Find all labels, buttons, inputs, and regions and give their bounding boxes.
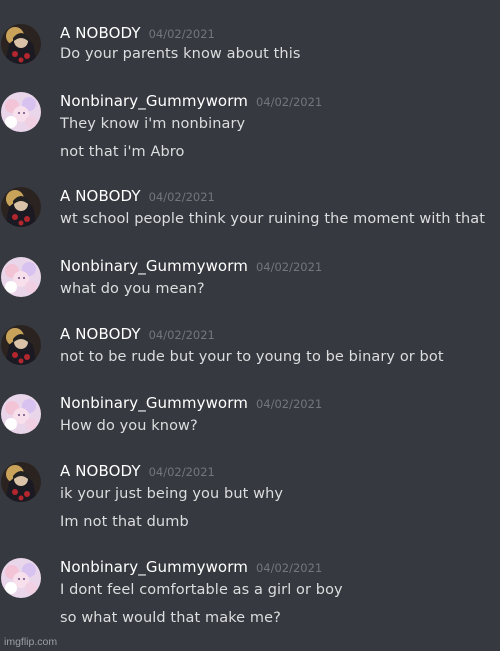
chat-log: A NOBODY 04/02/2021 Do your parents know… [0,0,500,651]
message-text: How do you know? [60,418,198,434]
message-text: not that i'm Abro [60,144,185,160]
message-text: I dont feel comfortable as a girl or boy [60,582,343,598]
dark-cloak-avatar-icon [1,24,41,64]
dark-cloak-avatar-icon [1,462,41,502]
message-text: Do your parents know about this [60,46,301,62]
timestamp: 04/02/2021 [148,328,215,342]
message-text: so what would that make me? [60,610,281,626]
username[interactable]: Nonbinary_Gummyworm [60,394,248,412]
pastel-group-avatar-icon [1,92,41,132]
pastel-group-avatar-icon [1,394,41,434]
message-header: Nonbinary_Gummyworm 04/02/2021 [60,558,322,578]
username[interactable]: A NOBODY [60,325,141,343]
imgflip-watermark: imgflip.com [4,636,58,648]
message-header: Nonbinary_Gummyworm 04/02/2021 [60,92,322,112]
pastel-group-avatar-icon [1,558,41,598]
timestamp: 04/02/2021 [255,561,323,575]
dark-cloak-avatar-icon [1,325,41,365]
message-header: A NOBODY 04/02/2021 [60,187,215,207]
message-text: They know i'm nonbinary [60,116,246,132]
message-header: A NOBODY 04/02/2021 [60,462,215,482]
username[interactable]: Nonbinary_Gummyworm [60,92,248,110]
username[interactable]: A NOBODY [60,462,141,480]
message-text: ik your just being you but why [60,486,284,502]
message-header: A NOBODY 04/02/2021 [60,24,215,44]
timestamp: 04/02/2021 [255,397,323,411]
timestamp: 04/02/2021 [255,95,323,109]
username[interactable]: Nonbinary_Gummyworm [60,558,248,576]
timestamp: 04/02/2021 [148,190,215,204]
message-text: not to be rude but your to young to be b… [60,349,444,365]
message-text: what do you mean? [60,281,205,297]
message-header: Nonbinary_Gummyworm 04/02/2021 [60,394,322,414]
avatar[interactable] [1,92,41,132]
message-text: wt school people think your ruining the … [60,211,486,227]
username[interactable]: A NOBODY [60,187,141,205]
avatar[interactable] [1,325,41,365]
message-header: Nonbinary_Gummyworm 04/02/2021 [60,257,322,277]
username[interactable]: A NOBODY [60,24,141,42]
timestamp: 04/02/2021 [148,27,215,41]
avatar[interactable] [1,24,41,64]
message-header: A NOBODY 04/02/2021 [60,325,215,345]
timestamp: 04/02/2021 [255,260,323,274]
avatar[interactable] [1,187,41,227]
username[interactable]: Nonbinary_Gummyworm [60,257,248,275]
avatar[interactable] [1,558,41,598]
message-text: Im not that dumb [60,514,189,530]
avatar[interactable] [1,257,41,297]
pastel-group-avatar-icon [1,257,41,297]
avatar[interactable] [1,462,41,502]
avatar[interactable] [1,394,41,434]
timestamp: 04/02/2021 [148,465,215,479]
dark-cloak-avatar-icon [1,187,41,227]
